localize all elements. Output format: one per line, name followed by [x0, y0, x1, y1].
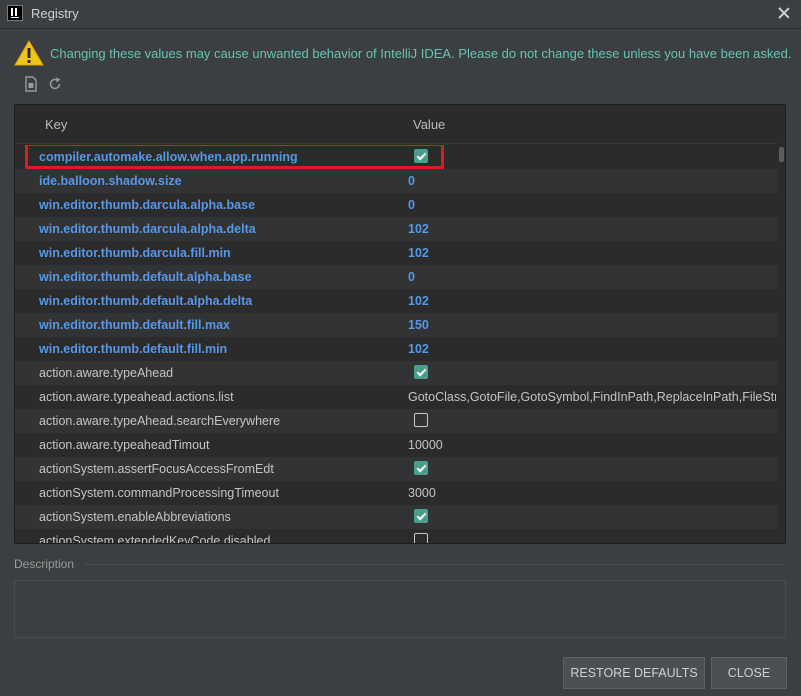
registry-key: win.editor.thumb.default.fill.min: [39, 342, 228, 356]
registry-value[interactable]: 102: [408, 294, 776, 308]
registry-value[interactable]: 10000: [408, 438, 776, 452]
registry-key: compiler.automake.allow.when.app.running: [39, 150, 298, 164]
table-row[interactable]: actionSystem.commandProcessingTimeout 300…: [15, 481, 778, 505]
registry-value[interactable]: 102: [408, 246, 776, 260]
registry-table: Key Value compiler.automake.allow.when.a…: [14, 104, 786, 544]
table-row[interactable]: action.aware.typeAhead: [15, 361, 778, 385]
table-row[interactable]: action.aware.typeahead.actions.list GotoC…: [15, 385, 778, 409]
registry-key: actionSystem.extendedKeyCode.disabled: [39, 534, 271, 544]
value-checkbox[interactable]: [414, 533, 428, 543]
registry-key: actionSystem.assertFocusAccessFromEdt: [39, 462, 274, 476]
refresh-icon[interactable]: [46, 75, 64, 93]
table-row[interactable]: win.editor.thumb.default.fill.max 150: [15, 313, 778, 337]
value-checkbox[interactable]: [414, 509, 428, 523]
warning-icon: [14, 40, 44, 66]
document-icon[interactable]: [22, 75, 40, 93]
registry-key: win.editor.thumb.darcula.fill.min: [39, 246, 231, 260]
description-divider: [84, 564, 786, 565]
registry-value[interactable]: 3000: [408, 486, 776, 500]
table-row[interactable]: ide.balloon.shadow.size 0: [15, 169, 778, 193]
column-header-value[interactable]: Value: [413, 117, 445, 132]
registry-key: action.aware.typeaheadTimout: [39, 438, 210, 452]
table-row[interactable]: actionSystem.extendedKeyCode.disabled: [15, 529, 778, 544]
registry-value[interactable]: 0: [408, 174, 776, 188]
value-checkbox[interactable]: [414, 149, 428, 163]
registry-key: actionSystem.commandProcessingTimeout: [39, 486, 279, 500]
registry-key: win.editor.thumb.default.fill.max: [39, 318, 230, 332]
vertical-scrollbar[interactable]: [778, 145, 785, 543]
registry-key: action.aware.typeAhead.searchEverywhere: [39, 414, 281, 428]
restore-defaults-button[interactable]: RESTORE DEFAULTS: [563, 657, 705, 689]
registry-value[interactable]: 0: [408, 198, 776, 212]
description-label: Description: [14, 557, 75, 571]
table-body: compiler.automake.allow.when.app.running…: [15, 145, 778, 544]
value-checkbox[interactable]: [414, 365, 428, 379]
registry-key: win.editor.thumb.default.alpha.base: [39, 270, 252, 284]
registry-key: win.editor.thumb.darcula.alpha.base: [39, 198, 256, 212]
table-row[interactable]: action.aware.typeAhead.searchEverywhere: [15, 409, 778, 433]
value-checkbox[interactable]: [414, 461, 428, 475]
registry-value[interactable]: GotoClass,GotoFile,GotoSymbol,FindInPath…: [408, 390, 776, 404]
table-row[interactable]: actionSystem.assertFocusAccessFromEdt: [15, 457, 778, 481]
table-row[interactable]: action.aware.typeaheadTimout 10000: [15, 433, 778, 457]
registry-value[interactable]: 150: [408, 318, 776, 332]
table-row[interactable]: win.editor.thumb.default.alpha.base 0: [15, 265, 778, 289]
registry-key: action.aware.typeahead.actions.list: [39, 390, 234, 404]
table-row[interactable]: actionSystem.enableAbbreviations: [15, 505, 778, 529]
registry-key: win.editor.thumb.default.alpha.delta: [39, 294, 253, 308]
title-bar: Registry: [0, 0, 801, 29]
registry-key: action.aware.typeAhead: [39, 366, 174, 380]
registry-value[interactable]: 102: [408, 222, 776, 236]
table-row[interactable]: win.editor.thumb.darcula.fill.min 102: [15, 241, 778, 265]
registry-value[interactable]: 0: [408, 270, 776, 284]
value-checkbox[interactable]: [414, 413, 428, 427]
warning-message: Changing these values may cause unwanted…: [50, 46, 792, 61]
registry-value[interactable]: 102: [408, 342, 776, 356]
window-title: Registry: [31, 6, 79, 21]
table-row[interactable]: win.editor.thumb.darcula.alpha.base 0: [15, 193, 778, 217]
table-row[interactable]: win.editor.thumb.default.fill.min 102: [15, 337, 778, 361]
close-window-icon[interactable]: [775, 4, 793, 22]
close-button[interactable]: CLOSE: [711, 657, 787, 689]
table-row[interactable]: win.editor.thumb.default.alpha.delta 102: [15, 289, 778, 313]
description-panel: [14, 580, 786, 638]
registry-key: win.editor.thumb.darcula.alpha.delta: [39, 222, 256, 236]
table-header: Key Value: [15, 105, 785, 145]
scrollbar-thumb[interactable]: [779, 147, 784, 162]
registry-key: ide.balloon.shadow.size: [39, 174, 182, 188]
table-row[interactable]: compiler.automake.allow.when.app.running: [15, 145, 778, 169]
column-header-key[interactable]: Key: [45, 117, 67, 132]
registry-key: actionSystem.enableAbbreviations: [39, 510, 231, 524]
table-row[interactable]: win.editor.thumb.darcula.alpha.delta 102: [15, 217, 778, 241]
header-divider: [15, 143, 777, 144]
intellij-app-icon: [7, 5, 23, 21]
